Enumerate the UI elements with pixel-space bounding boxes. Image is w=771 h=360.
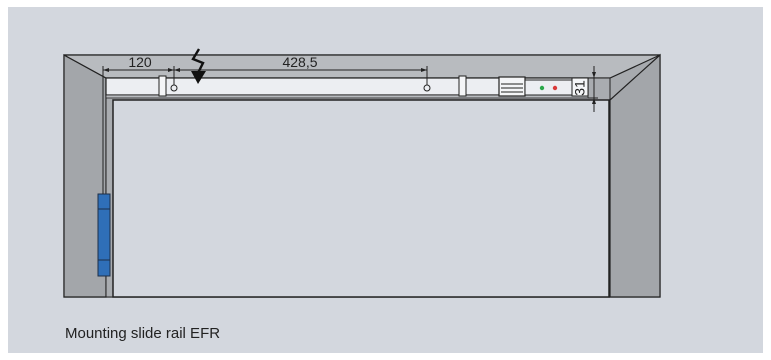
led-red-icon xyxy=(552,85,558,91)
rail-clip-right xyxy=(458,75,467,97)
hinge xyxy=(97,193,111,277)
dimension-label-31: 31 xyxy=(572,80,588,96)
dimension-label-120: 120 xyxy=(128,54,152,70)
led-green-icon xyxy=(539,85,545,91)
door-leaf xyxy=(112,99,610,298)
rail-clip-left xyxy=(158,75,167,97)
dimension-label-428-5: 428,5 xyxy=(282,54,317,70)
door-frame-drawing: 120 428,5 31 xyxy=(63,48,661,298)
figure-caption: Mounting slide rail EFR xyxy=(65,325,221,342)
